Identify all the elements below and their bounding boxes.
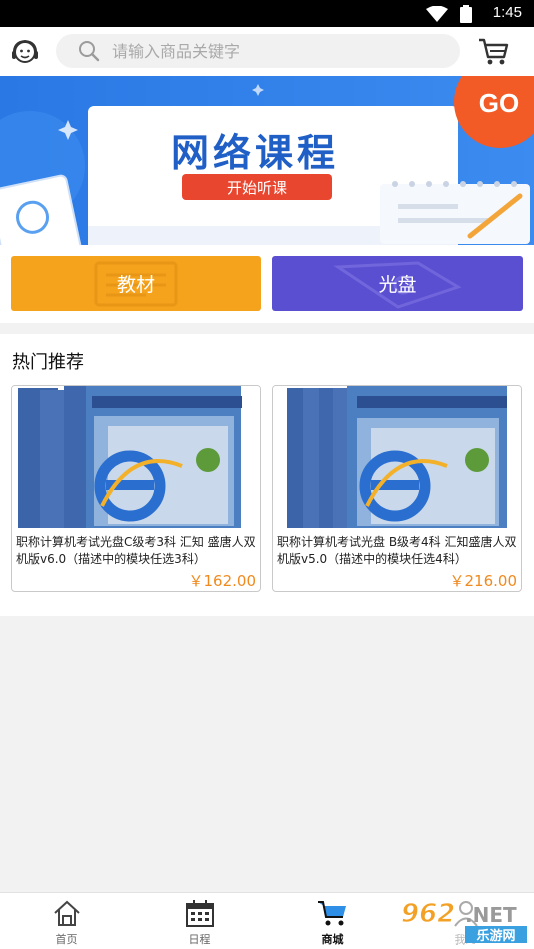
cart-icon[interactable] <box>478 37 510 67</box>
banner-button-label: 开始听课 <box>227 179 287 197</box>
tab-label: 日程 <box>188 933 211 946</box>
hot-section: 热门推荐 职称计算机考试光盘C级考3科 汇知 盛唐人双机版v6.0（描述中的模块… <box>0 334 534 616</box>
battery-icon <box>460 5 472 23</box>
category-label: 教材 <box>116 274 155 296</box>
product-image <box>273 386 521 528</box>
customer-service-icon[interactable] <box>9 36 41 68</box>
category-disc-button[interactable]: 光盘 <box>272 256 523 311</box>
status-bar: 1:45 <box>0 0 534 27</box>
wifi-icon <box>426 6 448 22</box>
banner-title: 网络课程 <box>171 131 339 175</box>
product-price: ￥216.00 <box>449 572 518 590</box>
product-name: 职称计算机考试光盘C级考3科 汇知 盛唐人双机版v6.0（描述中的模块任选3科） <box>16 535 256 566</box>
tab-label: 商城 <box>321 933 344 946</box>
svg-text:962: 962 <box>401 899 455 929</box>
product-image <box>12 386 260 528</box>
home-icon <box>53 900 80 926</box>
promo-banner[interactable]: GO 网络课程 开始听课 <box>0 76 534 245</box>
product-card[interactable]: 职称计算机考试光盘C级考3科 汇知 盛唐人双机版v6.0（描述中的模块任选3科）… <box>11 385 261 592</box>
top-bar <box>0 27 534 76</box>
product-card[interactable]: 职称计算机考试光盘 B级考4科 汇知盛唐人双机版v5.0（描述中的模块任选4科）… <box>272 385 522 592</box>
watermark-logo: 962 .NET 乐游网 <box>395 896 531 944</box>
status-time: 1:45 <box>492 4 522 21</box>
search-input[interactable] <box>112 34 442 68</box>
calendar-icon <box>185 900 214 927</box>
shop-cart-icon <box>317 901 346 926</box>
search-bar[interactable] <box>56 34 460 68</box>
search-icon <box>79 41 100 62</box>
svg-text:乐游网: 乐游网 <box>476 928 515 944</box>
tab-shop[interactable]: 商城 <box>266 893 399 949</box>
category-textbook-button[interactable]: 教材 <box>11 256 261 311</box>
category-row: 教材 光盘 <box>0 245 534 323</box>
product-name: 职称计算机考试光盘 B级考4科 汇知盛唐人双机版v5.0（描述中的模块任选4科） <box>277 535 517 566</box>
tab-schedule[interactable]: 日程 <box>133 893 266 949</box>
banner-go-text: GO <box>479 88 519 118</box>
product-price: ￥162.00 <box>188 572 257 590</box>
banner-illustration: GO 网络课程 开始听课 <box>0 76 534 245</box>
category-label: 光盘 <box>378 274 417 296</box>
tab-home[interactable]: 首页 <box>0 893 133 949</box>
tab-label: 首页 <box>55 933 78 946</box>
section-title: 热门推荐 <box>12 352 84 373</box>
svg-text:.NET: .NET <box>465 903 517 927</box>
